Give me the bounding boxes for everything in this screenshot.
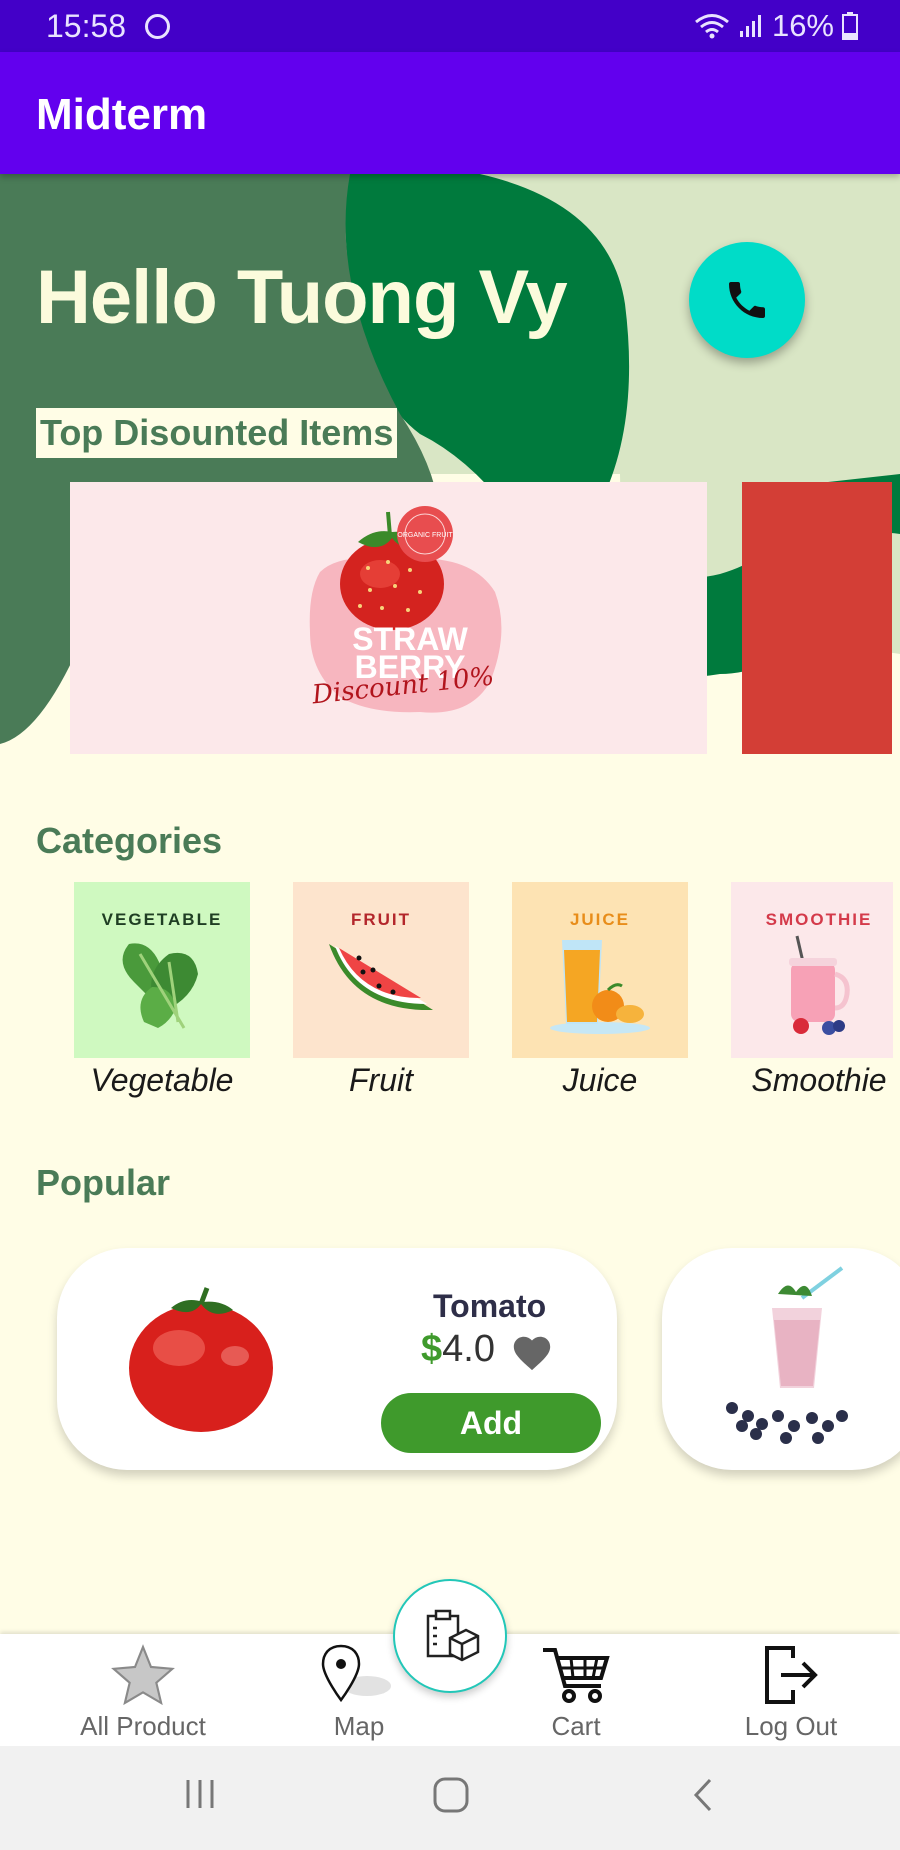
product-price: $4.0: [421, 1328, 495, 1371]
signal-icon: [739, 15, 761, 37]
orders-fab-button[interactable]: [393, 1579, 507, 1693]
cart-icon: [543, 1648, 610, 1703]
nav-label-all-product: All Product: [80, 1711, 206, 1741]
star-icon: [111, 1644, 175, 1706]
back-button-icon[interactable]: [690, 1776, 716, 1814]
phone-icon: [729, 282, 765, 318]
notification-ring-icon: [145, 14, 170, 39]
greeting-heading: Hello Tuong Vy: [36, 255, 568, 340]
product-name: Tomato: [433, 1288, 547, 1324]
status-time: 15:58: [46, 8, 127, 44]
price-value: 4.0: [442, 1328, 495, 1370]
price-currency: $: [421, 1328, 443, 1370]
battery-icon: [842, 12, 858, 40]
spinach-icon: [122, 943, 198, 1029]
popular-card-smoothie[interactable]: [662, 1248, 900, 1470]
wifi-icon: [695, 14, 729, 39]
app-title: Midterm: [36, 90, 208, 139]
categories-title: Categories: [36, 820, 223, 861]
category-tile-fruit[interactable]: FRUIT: [293, 882, 469, 1058]
nav-item-log-out[interactable]: Log Out: [681, 1634, 900, 1746]
add-to-cart-button[interactable]: Add: [381, 1393, 601, 1453]
category-name-fruit[interactable]: Fruit: [281, 1062, 481, 1099]
home-button-icon[interactable]: [432, 1776, 470, 1814]
status-indicators: 16%: [694, 8, 858, 44]
next-banner-preview[interactable]: [742, 482, 892, 754]
tomato-image: [129, 1287, 273, 1432]
logout-icon: [765, 1646, 818, 1704]
nav-label-map: Map: [333, 1711, 385, 1741]
popular-title: Popular: [36, 1162, 171, 1203]
recent-apps-icon[interactable]: [182, 1776, 218, 1812]
category-name-juice[interactable]: Juice: [500, 1062, 700, 1099]
map-pin-icon: [321, 1644, 391, 1703]
category-tile-smoothie[interactable]: SMOOTHIE: [731, 882, 893, 1058]
category-tile-juice[interactable]: JUICE: [512, 882, 688, 1058]
favorite-heart-icon[interactable]: [510, 1332, 554, 1372]
nav-item-all-product[interactable]: All Product: [33, 1634, 253, 1746]
call-button[interactable]: [689, 242, 805, 358]
nav-label-cart: Cart: [551, 1711, 601, 1741]
app-bar: Midterm: [0, 52, 900, 174]
banner-badge-text: ORGANIC FRUIT: [397, 532, 453, 539]
juice-glass-icon: [550, 940, 650, 1034]
system-navigation-bar: [0, 1746, 900, 1850]
category-tile-vegetable[interactable]: VEGETABLE: [74, 882, 250, 1058]
discount-banner[interactable]: STRAW BERRY Discount 10% ORGANIC FRUIT: [70, 482, 707, 754]
discounted-section-title: Top Disounted Items: [36, 408, 398, 458]
popular-card-tomato[interactable]: Tomato $4.0 Add: [57, 1248, 617, 1470]
battery-percent: 16%: [771, 8, 834, 43]
watermelon-icon: [329, 944, 433, 1011]
category-name-vegetable[interactable]: Vegetable: [62, 1062, 262, 1099]
nav-label-log-out: Log Out: [744, 1711, 838, 1741]
category-name-smoothie[interactable]: Smoothie: [719, 1062, 900, 1099]
strawberry-illustration: STRAW BERRY Discount 10% ORGANIC FRUIT: [309, 506, 502, 713]
smoothie-image: [726, 1266, 848, 1444]
order-clipboard-icon: [426, 1609, 480, 1662]
smoothie-jar-icon: [789, 935, 850, 1035]
status-bar: 15:58 16%: [0, 0, 900, 52]
